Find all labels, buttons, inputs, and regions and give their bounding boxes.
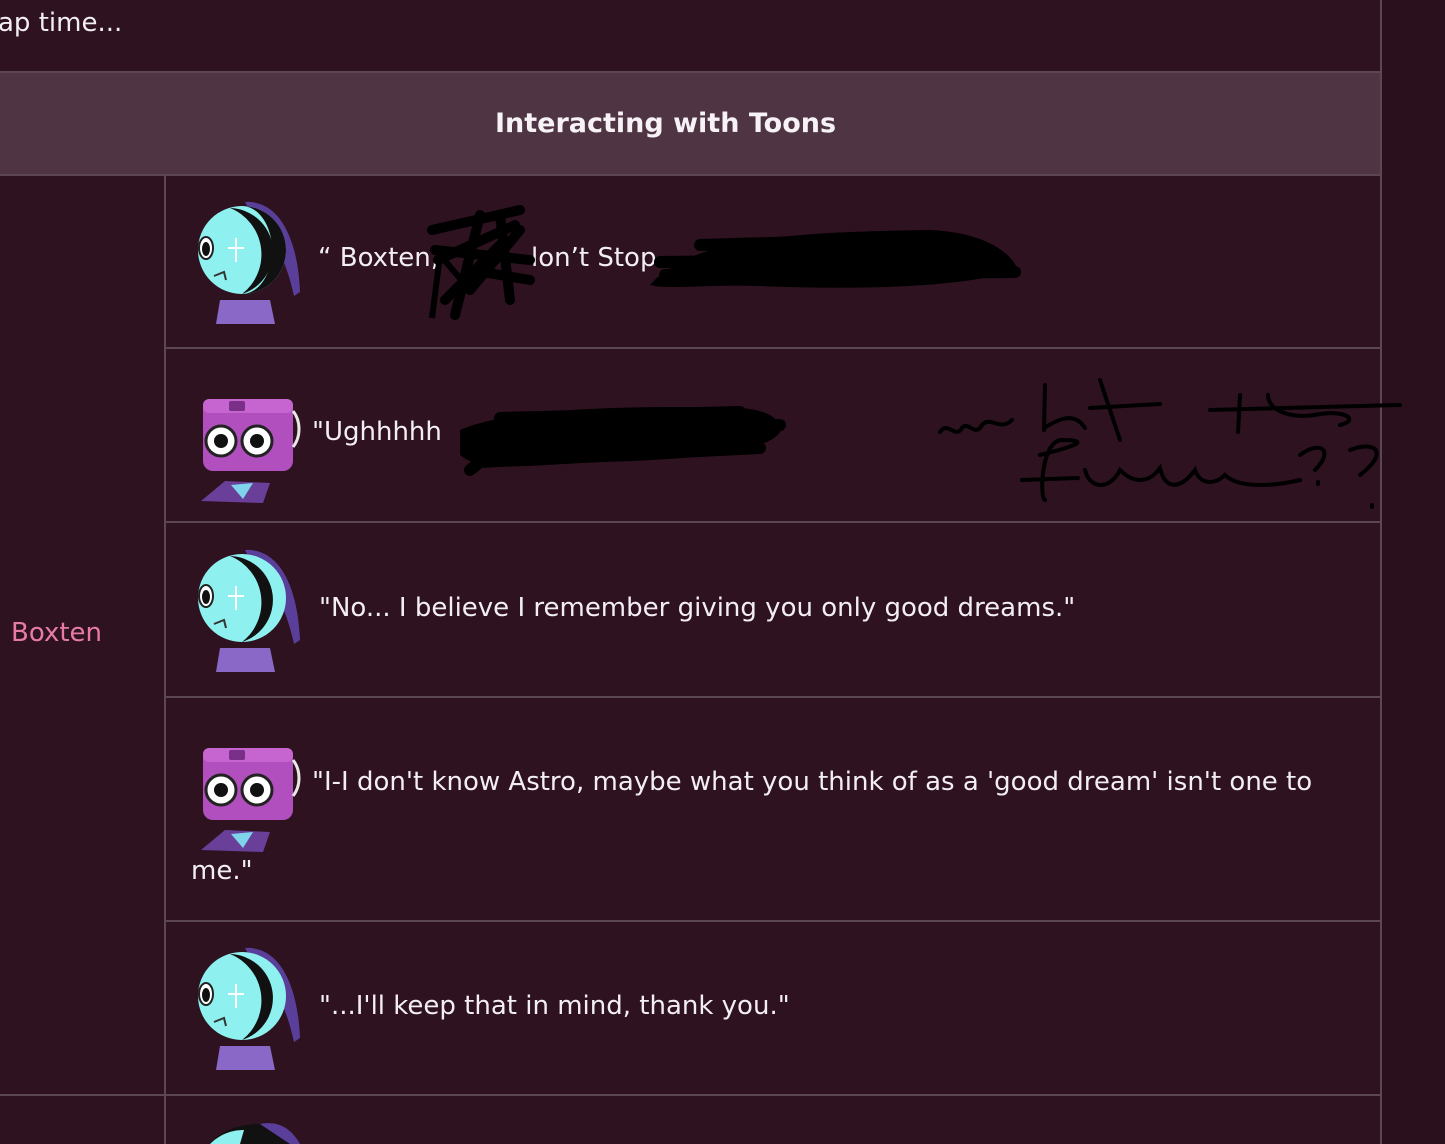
- dialogue-line: "I-I don't know Astro, maybe what you th…: [312, 767, 1313, 797]
- dialogue-line-continued: me.": [191, 856, 253, 886]
- dialogue-line: "...I'll keep that in mind, thank you.": [319, 991, 790, 1021]
- table-border: [0, 174, 1381, 176]
- boxten-avatar-icon: [201, 399, 301, 503]
- dialogue-line: "No... I believe I remember giving you o…: [319, 593, 1076, 623]
- row-divider: [166, 521, 1381, 523]
- dialogue-line: lon’t Stop: [531, 243, 657, 273]
- astro-avatar-icon: [198, 549, 300, 672]
- dialogue-line: "Ughhhhh: [312, 417, 442, 447]
- astro-avatar-icon: [198, 201, 300, 324]
- boxten-avatar-icon: [201, 748, 301, 852]
- previous-row-text: ap time...: [0, 8, 123, 38]
- table-column-divider: [164, 174, 166, 1144]
- section-header-title: Interacting with Toons: [494, 108, 837, 139]
- dialogue-line: “ Boxten,: [318, 243, 439, 273]
- table-right-border: [1380, 0, 1382, 1144]
- page-right-margin: [1381, 0, 1445, 1144]
- astro-avatar-icon: [198, 947, 300, 1070]
- wiki-page: ap time... Interacting with Toons Boxten…: [0, 0, 1445, 1144]
- row-divider: [166, 920, 1381, 922]
- row-divider: [0, 1094, 1381, 1096]
- row-divider: [166, 696, 1381, 698]
- astro-avatar-icon: [210, 1123, 300, 1144]
- row-divider: [166, 347, 1381, 349]
- toon-name-link[interactable]: Boxten: [11, 618, 102, 648]
